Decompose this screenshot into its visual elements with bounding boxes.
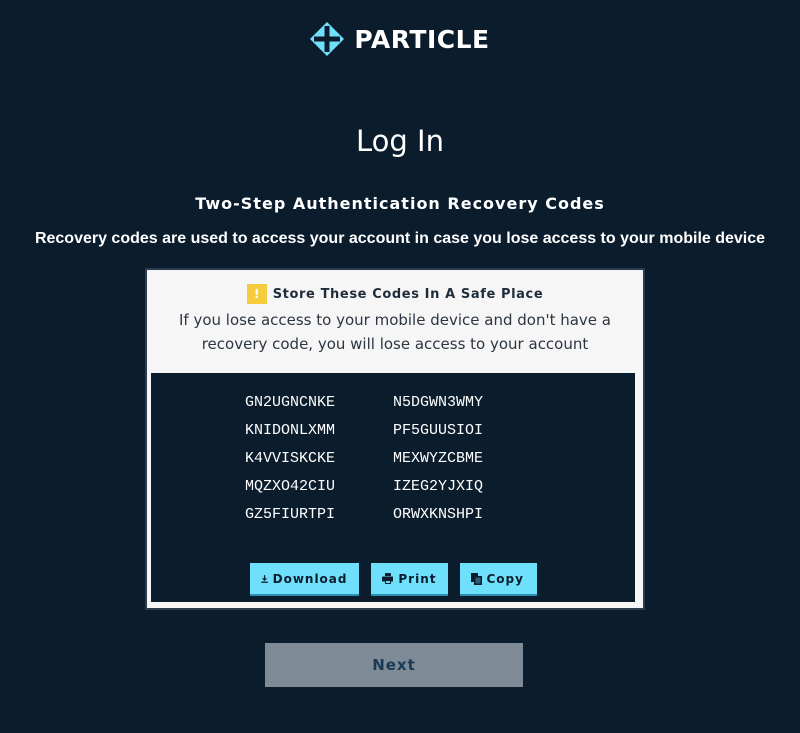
- recovery-code: GZ5FIURTPI: [245, 506, 336, 523]
- recovery-code: PF5GUUSIOI: [393, 422, 484, 439]
- copy-label: Copy: [486, 571, 524, 586]
- codes-panel: GN2UGNCNKE N5DGWN3WMY KNIDONLXMM PF5GUUS…: [149, 371, 637, 604]
- print-label: Print: [398, 571, 437, 586]
- page-description: Recovery codes are used to access your a…: [34, 230, 766, 247]
- exclamation-icon: !: [246, 284, 267, 304]
- particle-logo-icon: [310, 22, 345, 56]
- printer-icon: [381, 573, 394, 584]
- codes-list: GN2UGNCNKE N5DGWN3WMY KNIDONLXMM PF5GUUS…: [151, 389, 635, 529]
- copy-icon: [470, 572, 482, 585]
- download-icon: [260, 574, 268, 583]
- warning-text: If you lose access to your mobile device…: [178, 311, 611, 353]
- page-subtitle: Two-Step Authentication Recovery Codes: [195, 194, 605, 213]
- recovery-code: GN2UGNCNKE: [245, 394, 336, 411]
- recovery-code: MEXWYZCBME: [393, 450, 484, 467]
- next-button[interactable]: Next: [265, 643, 523, 687]
- print-button[interactable]: Print: [370, 563, 448, 596]
- recovery-code: MQZXO42CIU: [245, 478, 336, 495]
- copy-button[interactable]: Copy: [459, 563, 537, 596]
- warning-header: ! Store These Codes In A Safe Place: [147, 270, 643, 304]
- recovery-code: K4VVISKCKE: [245, 450, 336, 467]
- recovery-code: ORWXKNSHPI: [393, 506, 484, 523]
- download-button[interactable]: Download: [249, 563, 359, 596]
- brand-logo: PARTICLE: [0, 22, 800, 56]
- page-title: Log In: [356, 124, 444, 158]
- warning-section: ! Store These Codes In A Safe Place If y…: [147, 270, 643, 371]
- code-actions: Download Print Copy: [151, 563, 635, 596]
- warning-title: Store These Codes In A Safe Place: [272, 286, 544, 302]
- recovery-code: IZEG2YJXIQ: [393, 478, 484, 495]
- recovery-code: N5DGWN3WMY: [393, 394, 484, 411]
- recovery-codes-card: ! Store These Codes In A Safe Place If y…: [145, 268, 645, 610]
- recovery-code: KNIDONLXMM: [245, 422, 336, 439]
- download-label: Download: [272, 571, 348, 586]
- brand-name: PARTICLE: [354, 24, 490, 54]
